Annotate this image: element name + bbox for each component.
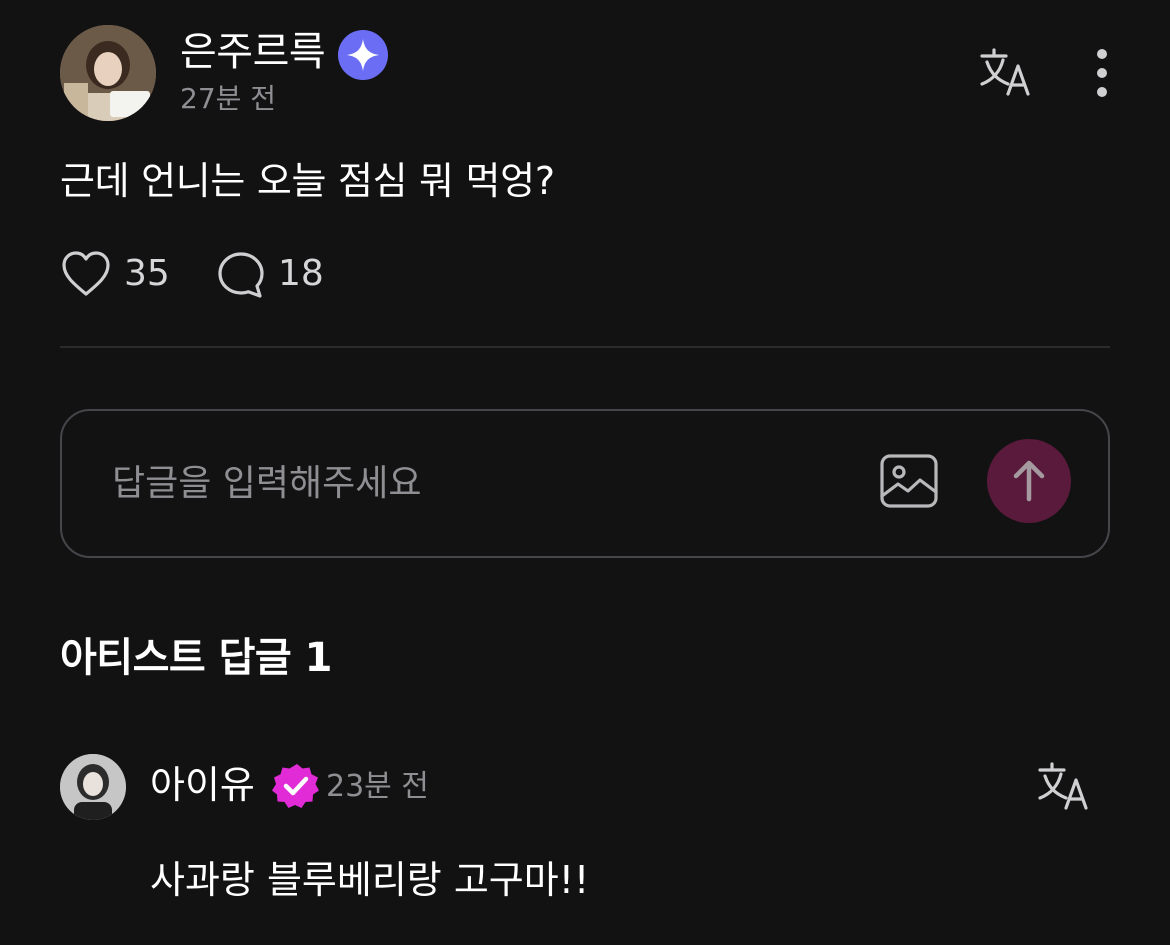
verified-check-icon (272, 762, 320, 810)
translate-button[interactable] (978, 48, 1034, 96)
more-options-button[interactable] (1086, 46, 1118, 100)
attach-image-button[interactable] (878, 452, 940, 510)
sparkle-star-icon (338, 30, 388, 80)
translate-icon (1038, 762, 1088, 810)
post-timestamp: 27분 전 (180, 82, 277, 115)
arrow-up-icon (1013, 460, 1045, 502)
image-icon (880, 454, 938, 508)
divider (60, 346, 1110, 348)
artist-reply-timestamp: 23분 전 (326, 769, 429, 804)
artist-name[interactable]: 아이유 (150, 760, 255, 810)
speech-bubble-icon (218, 252, 264, 298)
like-count: 35 (124, 253, 170, 294)
artist-reply-content: 사과랑 블루베리랑 고구마!! (150, 858, 590, 902)
send-button[interactable] (987, 439, 1071, 523)
like-button[interactable] (60, 250, 112, 298)
reply-input[interactable] (112, 458, 812, 508)
translate-reply-button[interactable] (1036, 762, 1092, 810)
post-content: 근데 언니는 오늘 점심 뭐 먹엉? (60, 159, 555, 203)
comment-count: 18 (278, 253, 324, 294)
artist-replies-heading: 아티스트 답글 1 (60, 635, 332, 681)
more-vertical-icon (1097, 49, 1107, 97)
heart-icon (62, 251, 110, 296)
artist-avatar[interactable] (60, 754, 126, 820)
post-author-name[interactable]: 은주르륵 (180, 28, 326, 76)
comment-button[interactable] (216, 250, 266, 300)
post-author-avatar[interactable] (60, 25, 156, 121)
translate-icon (980, 48, 1030, 96)
